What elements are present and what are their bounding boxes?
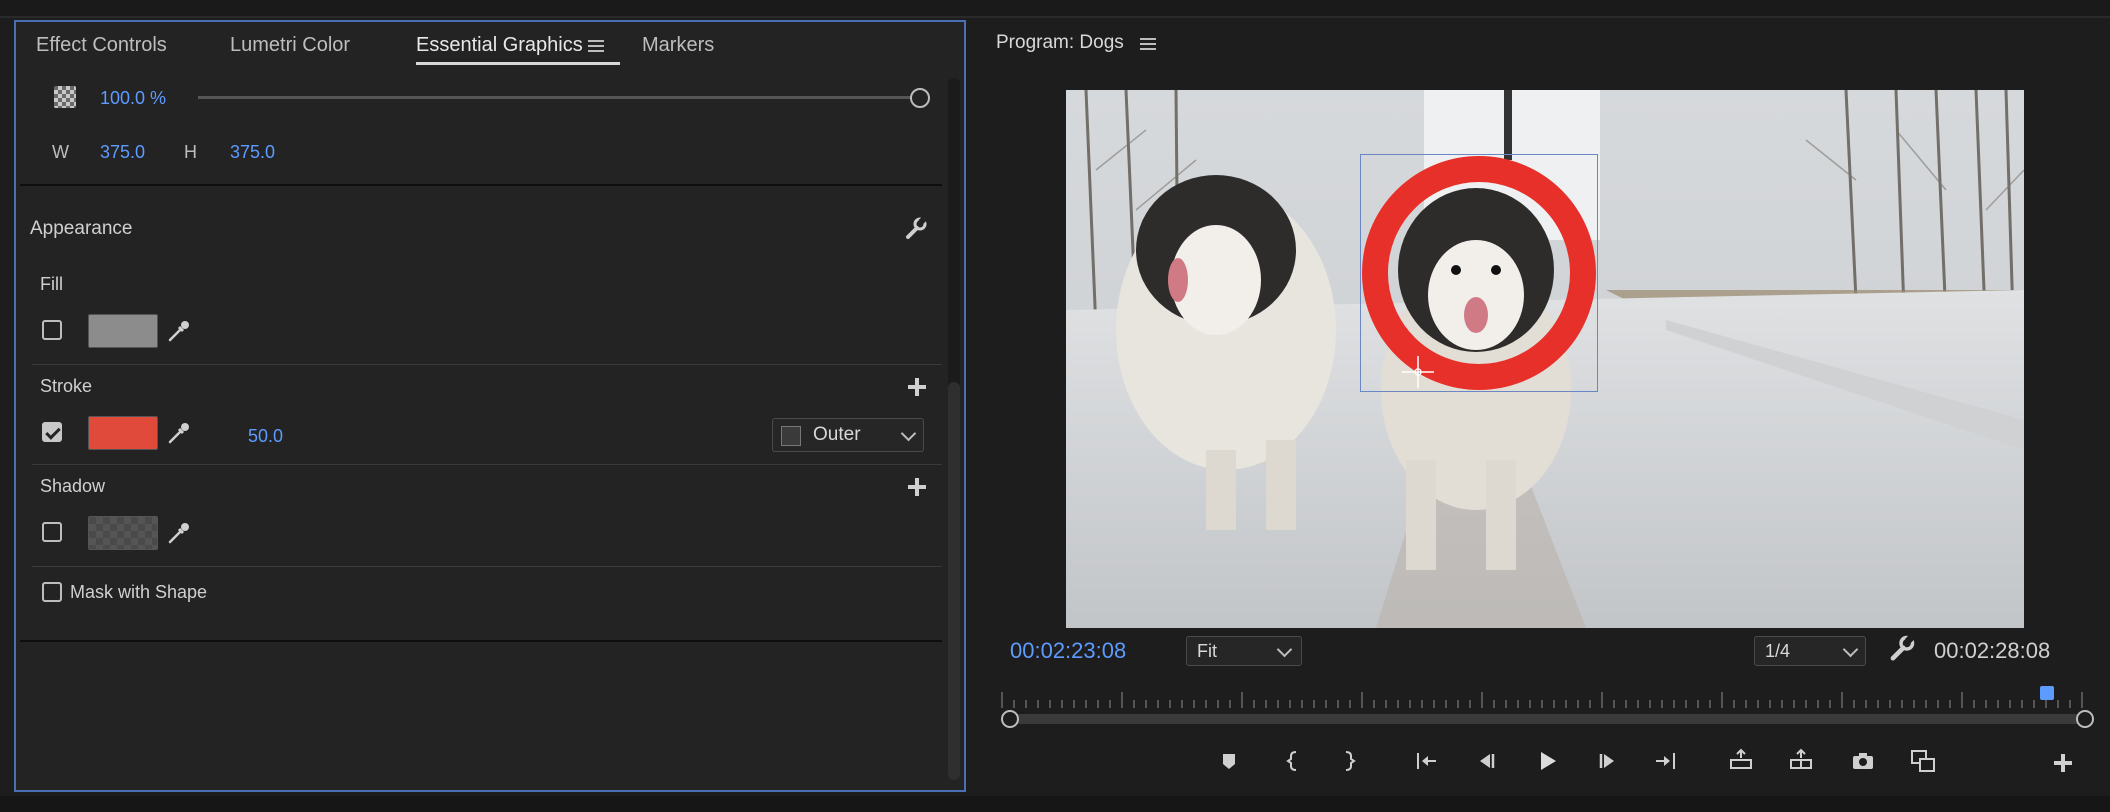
stroke-divider (32, 464, 942, 465)
timeline-start-handle[interactable] (1001, 710, 1019, 728)
shadow-checkbox[interactable] (42, 522, 62, 542)
add-stroke-plus-icon[interactable] (908, 378, 926, 396)
current-timecode[interactable]: 00:02:23:08 (1010, 638, 1126, 664)
playback-resolution-value: 1/4 (1765, 641, 1791, 661)
time-ruler[interactable] (998, 690, 2088, 710)
tab-essential-graphics[interactable]: Essential Graphics (416, 34, 583, 57)
tab-markers[interactable]: Markers (642, 34, 714, 57)
panel-tabs: Effect Controls Lumetri Color Essential … (16, 22, 964, 70)
step-back-button[interactable] (1472, 746, 1502, 776)
comparison-view-button[interactable] (1908, 746, 1938, 776)
program-monitor-title: Program: Dogs (996, 32, 1124, 53)
tab-lumetri-color[interactable]: Lumetri Color (230, 34, 350, 57)
add-marker-button[interactable] (1214, 746, 1244, 776)
button-editor-plus-icon[interactable] (2054, 754, 2072, 772)
chevron-down-icon (1276, 641, 1293, 658)
wrench-icon[interactable] (902, 216, 928, 242)
marker-icon (1223, 754, 1235, 769)
top-strip (0, 0, 2110, 18)
stroke-width-value[interactable]: 50.0 (248, 426, 283, 447)
zoom-level-dropdown[interactable]: Fit (1186, 636, 1302, 666)
height-label: H (184, 142, 197, 162)
stroke-type-dropdown[interactable]: Outer (772, 418, 924, 452)
shadow-divider (32, 566, 942, 567)
go-to-out-button[interactable] (1652, 746, 1682, 776)
go-to-in-button[interactable] (1410, 746, 1440, 776)
section-divider (20, 184, 942, 186)
mark-out-icon (1345, 751, 1356, 771)
fill-color-swatch[interactable] (88, 314, 158, 348)
appearance-title: Appearance (30, 218, 133, 239)
mask-with-shape-checkbox[interactable] (42, 582, 62, 602)
export-frame-button[interactable] (1848, 746, 1878, 776)
extract-button[interactable] (1786, 746, 1816, 776)
go-to-in-icon (1417, 753, 1436, 769)
camera-icon (1853, 753, 1873, 769)
mask-with-shape-label: Mask with Shape (70, 582, 208, 602)
stroke-type-value: Outer (813, 424, 861, 445)
go-to-out-icon (1656, 753, 1675, 769)
fill-checkbox[interactable] (42, 320, 62, 340)
bottom-strip (0, 796, 2110, 812)
mark-out-button[interactable] (1334, 746, 1364, 776)
stroke-checkbox[interactable] (42, 422, 62, 442)
comparison-view-icon (1911, 750, 1935, 772)
stroke-color-swatch[interactable] (88, 416, 158, 450)
zoom-level-value: Fit (1197, 641, 1217, 661)
mark-in-icon (1286, 751, 1297, 771)
width-value[interactable]: 375.0 (100, 142, 145, 163)
duration-timecode: 00:02:28:08 (1934, 638, 2051, 663)
shadow-title: Shadow (40, 476, 106, 496)
mark-in-button[interactable] (1278, 746, 1308, 776)
essential-graphics-panel: Effect Controls Lumetri Color Essential … (14, 20, 966, 792)
timeline-end-handle[interactable] (2076, 710, 2094, 728)
playback-resolution-dropdown[interactable]: 1/4 (1754, 636, 1866, 666)
panel-scrollbar-thumb[interactable] (948, 382, 960, 780)
playhead-marker[interactable] (2040, 686, 2054, 700)
step-back-icon (1480, 754, 1495, 768)
chevron-down-icon (1842, 641, 1859, 658)
opacity-slider-handle[interactable] (910, 88, 930, 108)
stroke-align-icon (781, 426, 801, 446)
shape-bounding-box[interactable] (1360, 154, 1598, 392)
timeline-zoom-bar[interactable] (1006, 714, 2086, 724)
stroke-title: Stroke (40, 376, 93, 396)
lift-button[interactable] (1726, 746, 1756, 776)
shadow-color-swatch[interactable] (88, 516, 158, 550)
width-label: W (52, 142, 69, 162)
play-button[interactable] (1532, 746, 1562, 776)
step-forward-icon (1599, 754, 1614, 768)
tab-effect-controls[interactable]: Effect Controls (36, 34, 167, 57)
wrench-icon[interactable] (1886, 634, 1916, 664)
opacity-checker-icon (54, 86, 76, 108)
move-crosshair-icon[interactable] (1402, 356, 1434, 388)
program-menu-icon[interactable] (1140, 38, 1156, 50)
add-shadow-plus-icon[interactable] (908, 478, 926, 496)
play-icon (1541, 752, 1556, 770)
section-divider (20, 640, 942, 642)
height-value[interactable]: 375.0 (230, 142, 275, 163)
step-forward-button[interactable] (1592, 746, 1622, 776)
chevron-down-icon (900, 425, 917, 442)
eyedropper-icon[interactable] (166, 318, 192, 344)
eyedropper-icon[interactable] (166, 420, 192, 446)
fill-divider (32, 364, 942, 365)
opacity-value[interactable]: 100.0 % (100, 88, 166, 109)
eyedropper-icon[interactable] (166, 520, 192, 546)
extract-icon (1790, 748, 1812, 769)
lift-icon (1730, 748, 1752, 769)
active-tab-indicator (416, 62, 620, 65)
fill-title: Fill (40, 274, 63, 294)
tab-menu-icon[interactable] (588, 40, 604, 52)
opacity-slider-track[interactable] (198, 96, 928, 99)
